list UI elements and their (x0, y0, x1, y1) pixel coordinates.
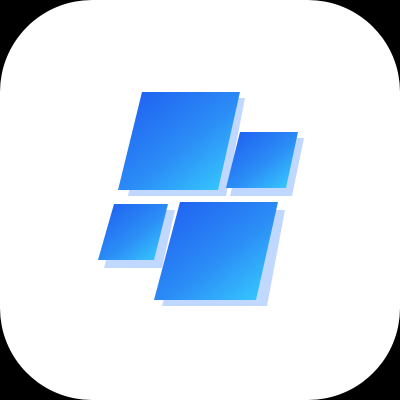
app-icon[interactable] (0, 0, 400, 400)
icon-background-tile (0, 0, 400, 400)
app-icon-canvas (0, 0, 400, 400)
